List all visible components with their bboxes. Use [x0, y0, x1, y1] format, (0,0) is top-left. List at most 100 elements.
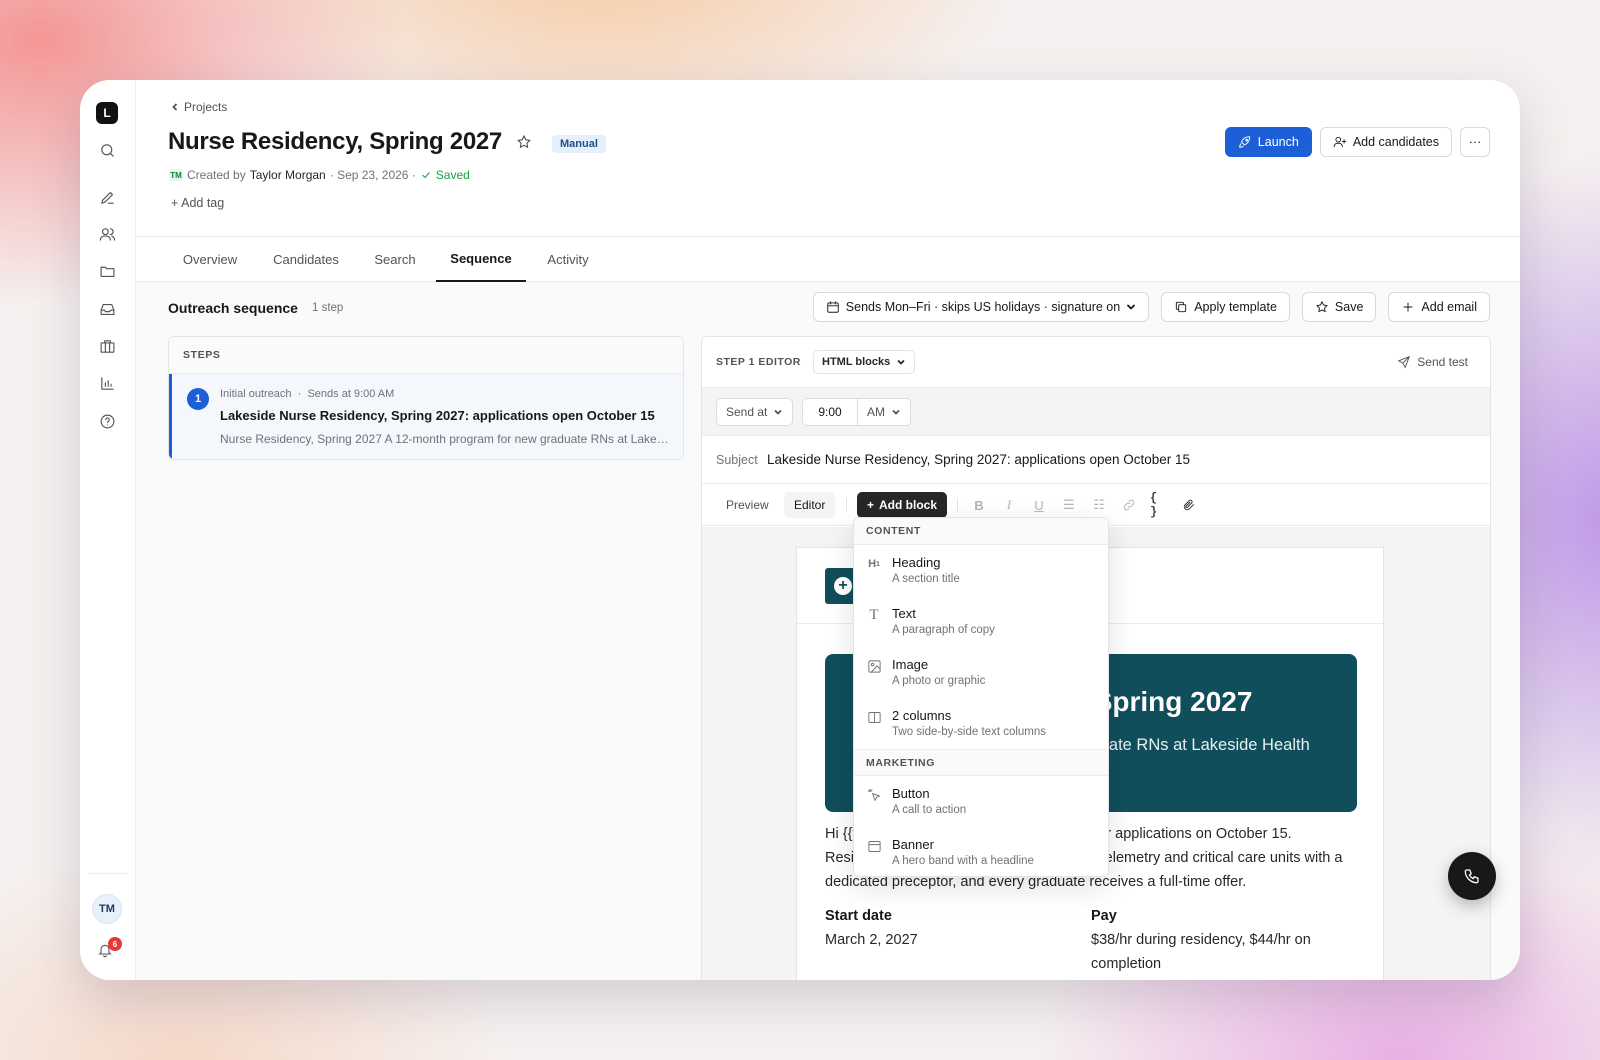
columns-icon	[866, 709, 882, 725]
tab-search[interactable]: Search	[372, 237, 418, 282]
sequence-content: Outreach sequence 1 step Sends Mon–Fri ·…	[136, 282, 1520, 980]
call-button[interactable]	[1448, 852, 1496, 900]
paperclip-icon[interactable]	[1180, 496, 1198, 514]
search-icon[interactable]	[97, 140, 117, 160]
menu-item-desc: A call to action	[892, 804, 967, 816]
menu-item-name: 2 columns	[892, 708, 952, 723]
users-icon[interactable]	[97, 224, 117, 244]
banner-icon	[866, 838, 882, 854]
add-tag-label: Add tag	[181, 196, 225, 210]
tab-activity[interactable]: Activity	[544, 237, 592, 282]
menu-section-content: CONTENT	[854, 518, 1108, 545]
chart-icon[interactable]	[97, 373, 117, 393]
breadcrumb[interactable]: Projects	[170, 100, 227, 114]
send-schedule-row: Send at 9:00 AM	[702, 388, 1490, 436]
user-plus-icon	[1333, 136, 1347, 148]
add-email-button[interactable]: Add email	[1388, 292, 1490, 322]
menu-item-heading[interactable]: H1 Heading A section title	[854, 545, 1108, 596]
user-avatar[interactable]: TM	[92, 894, 122, 924]
help-icon[interactable]	[97, 411, 117, 431]
menu-item-desc: Two side-by-side text columns	[892, 726, 1047, 738]
two-column-block[interactable]: Start date March 2, 2027 Pay $38/hr duri…	[825, 904, 1357, 976]
underline-icon[interactable]: U	[1030, 496, 1048, 514]
send-at-select[interactable]: Send at	[716, 398, 794, 426]
sequence-toolbar: Sends Mon–Fri · skips US holidays · sign…	[812, 292, 1490, 322]
bullet-list-icon[interactable]: ☰	[1060, 496, 1078, 514]
add-candidates-button[interactable]: Add candidates	[1319, 127, 1452, 157]
subject-input[interactable]: Lakeside Nurse Residency, Spring 2027: a…	[767, 452, 1190, 467]
preview-tab[interactable]: Preview	[716, 492, 779, 518]
menu-item-name: Image	[892, 657, 929, 672]
more-options-button[interactable]: ···	[1460, 127, 1490, 157]
save-button[interactable]: Save	[1301, 292, 1377, 322]
ampm-select[interactable]: AM	[857, 398, 911, 426]
editor-tab[interactable]: Editor	[784, 492, 836, 518]
subject-row[interactable]: Subject Lakeside Nurse Residency, Spring…	[702, 436, 1490, 484]
menu-item-image[interactable]: Image A photo or graphic	[854, 647, 1108, 698]
launch-button[interactable]: Launch	[1224, 127, 1312, 157]
column-left: Start date March 2, 2027	[825, 904, 1091, 976]
send-at-label: Send at	[726, 405, 768, 419]
saved-label: Saved	[435, 168, 470, 182]
step-item[interactable]: 1 Initial outreach · Sends at 9:00 AM La…	[169, 374, 683, 459]
created-date: · Sep 23, 2026 ·	[329, 168, 416, 182]
italic-icon[interactable]: I	[1000, 496, 1018, 514]
menu-item-button[interactable]: Button A call to action	[854, 776, 1108, 827]
save-label: Save	[1334, 300, 1364, 314]
tab-candidates[interactable]: Candidates	[272, 237, 340, 282]
step-number: 1	[187, 388, 209, 410]
menu-item-banner[interactable]: Banner A hero band with a headline	[854, 827, 1108, 876]
add-email-label: Add email	[1421, 300, 1477, 314]
add-block-button[interactable]: + Add block	[857, 492, 948, 518]
schedule-label: Sends Mon–Fri · skips US holidays · sign…	[845, 300, 1121, 314]
creator-avatar: TM	[169, 169, 183, 181]
variables-icon[interactable]: { }	[1150, 491, 1168, 519]
briefcase-icon[interactable]	[97, 336, 117, 356]
tab-sequence[interactable]: Sequence	[436, 237, 526, 282]
toolbar-divider	[846, 498, 847, 512]
app-window: L TM 6 Projects Nurse Residency, Spring …	[80, 80, 1520, 980]
column-right: Pay $38/hr during residency, $44/hr on c…	[1091, 904, 1357, 976]
inbox-icon[interactable]	[97, 299, 117, 319]
meta-separator: ·	[294, 388, 308, 400]
numbered-list-icon[interactable]: ☷	[1090, 496, 1108, 514]
star-icon[interactable]	[516, 134, 534, 152]
menu-item-text[interactable]: T Text A paragraph of copy	[854, 596, 1108, 647]
folder-icon[interactable]	[97, 261, 117, 281]
editor-label: STEP 1 EDITOR	[716, 356, 801, 368]
rocket-icon	[1239, 136, 1250, 148]
image-icon	[866, 658, 882, 674]
page-title: Nurse Residency, Spring 2027	[168, 128, 502, 155]
saved-status: Saved	[420, 168, 470, 182]
step-send-time: Sends at 9:00 AM	[307, 388, 395, 400]
editor-header: STEP 1 EDITOR HTML blocks Send test	[702, 337, 1490, 388]
menu-item-name: Text	[892, 606, 916, 621]
editor-mode-label: HTML blocks	[822, 356, 891, 368]
start-date-title: Start date	[825, 908, 892, 924]
apply-template-button[interactable]: Apply template	[1161, 292, 1290, 322]
step-title: Lakeside Nurse Residency, Spring 2027: a…	[220, 408, 655, 423]
time-input[interactable]: 9:00	[802, 398, 858, 426]
sidebar-divider	[88, 873, 128, 874]
editor-mode-select[interactable]: HTML blocks	[813, 350, 916, 374]
app-logo[interactable]: L	[96, 102, 118, 124]
menu-item-name: Banner	[892, 837, 934, 852]
send-test-button[interactable]: Send test	[1397, 355, 1468, 369]
send-test-label: Send test	[1417, 355, 1468, 369]
menu-item-2-columns[interactable]: 2 columns Two side-by-side text columns	[854, 698, 1108, 749]
menu-section-marketing: MARKETING	[854, 749, 1108, 776]
schedule-settings-button[interactable]: Sends Mon–Fri · skips US holidays · sign…	[812, 292, 1150, 322]
breadcrumb-projects[interactable]: Projects	[184, 100, 227, 114]
star-outline-icon	[1316, 301, 1328, 313]
add-candidates-label: Add candidates	[1352, 135, 1439, 149]
calendar-icon	[827, 301, 839, 313]
tab-overview[interactable]: Overview	[180, 237, 240, 282]
bold-icon[interactable]: B	[970, 496, 988, 514]
menu-item-name: Button	[892, 786, 930, 801]
pencil-icon[interactable]	[97, 187, 117, 207]
add-tag-button[interactable]: + Add tag	[171, 196, 224, 210]
copy-icon	[1176, 301, 1187, 313]
check-icon	[421, 172, 430, 179]
link-icon[interactable]	[1120, 496, 1138, 514]
phone-icon	[1464, 869, 1479, 884]
